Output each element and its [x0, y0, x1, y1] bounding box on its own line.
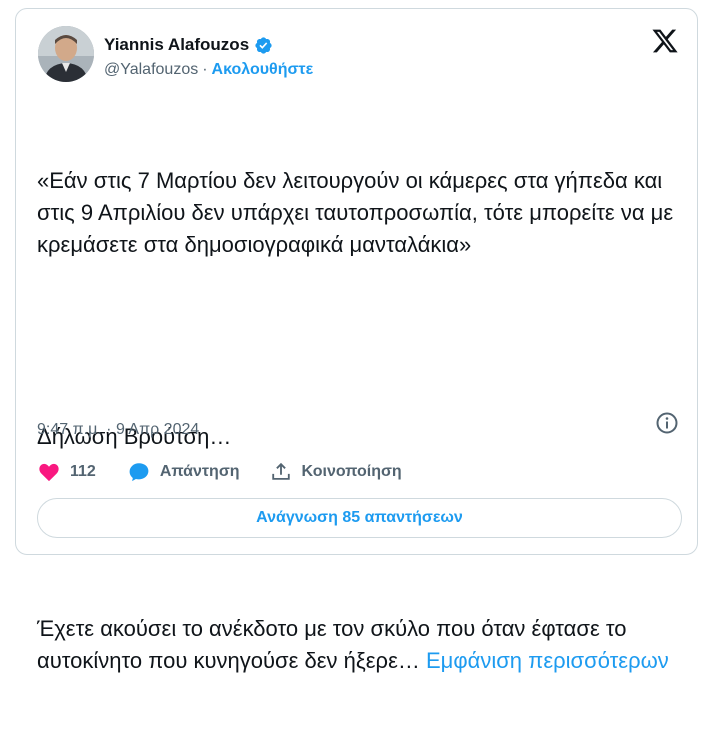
reply-label: Απάντηση [159, 463, 240, 480]
author-name-row: Yiannis Alafouzos [104, 35, 273, 55]
tweet-paragraph: Έχετε ακούσει το ανέκδοτο με τον σκύλο π… [37, 613, 677, 677]
share-icon [271, 462, 290, 480]
tweet-timestamp[interactable]: 9:47 π.μ. · 9 Απρ 2024 [37, 421, 199, 439]
action-bar: 112 Απάντηση Κοινοποίηση [38, 461, 402, 483]
reply-button[interactable]: Απάντηση [128, 461, 240, 483]
reply-bubble-icon [129, 463, 149, 482]
author-handle-row: @Yalafouzos · Ακολουθήστε [104, 61, 313, 79]
tweet-paragraph: «Εάν στις 7 Μαρτίου δεν λειτουργούν οι κ… [37, 168, 680, 257]
heart-icon [39, 463, 59, 482]
share-label: Κοινοποίηση [301, 463, 402, 480]
follow-button[interactable]: Ακολουθήστε [212, 61, 314, 79]
tweet-card: Yiannis Alafouzos @Yalafouzos · Ακολουθή… [15, 8, 698, 673]
like-button[interactable]: 112 [38, 461, 96, 483]
read-replies-button[interactable]: Ανάγνωση 85 απαντήσεων [37, 498, 682, 538]
x-logo-icon[interactable] [651, 27, 679, 55]
author-name[interactable]: Yiannis Alafouzos [104, 35, 249, 55]
info-icon[interactable] [655, 411, 679, 435]
verified-badge-icon [255, 36, 272, 54]
handle-separator: · [202, 61, 208, 78]
avatar[interactable] [38, 26, 94, 82]
avatar-photo [38, 26, 94, 82]
author-handle[interactable]: @Yalafouzos [104, 61, 198, 79]
like-count: 112 [70, 463, 96, 480]
show-more-link[interactable]: Εμφάνιση περισσότερων [426, 648, 669, 673]
share-button[interactable]: Κοινοποίηση [270, 461, 402, 483]
